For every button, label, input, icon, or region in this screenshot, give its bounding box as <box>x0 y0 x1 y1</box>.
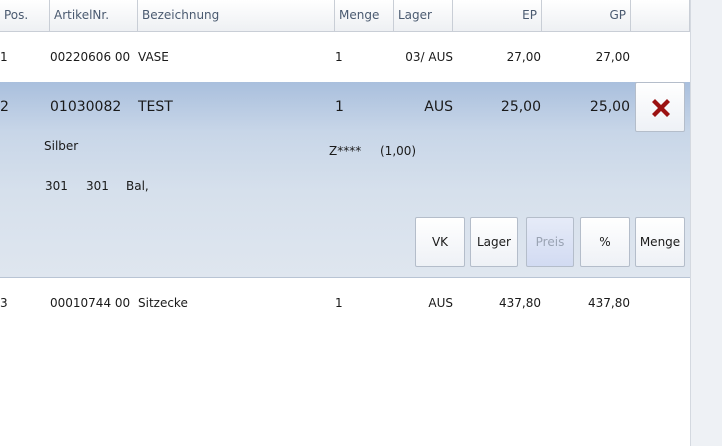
cell-ep: 27,00 <box>506 50 541 64</box>
column-header-gp[interactable]: GP <box>542 0 631 31</box>
cell-pos: 3 <box>0 296 8 310</box>
cell-pos: 2 <box>0 99 9 115</box>
cell-lager: 03/ AUS <box>405 50 453 64</box>
column-header-actions <box>631 0 690 31</box>
detail-extra-3: Bal, <box>126 179 149 193</box>
cell-pos: 1 <box>0 50 8 64</box>
cell-menge: 1 <box>335 50 343 64</box>
cell-gp: 437,80 <box>588 296 630 310</box>
scrollbar-area[interactable] <box>690 0 722 446</box>
detail-extra-1: 301 <box>45 179 68 193</box>
cell-lager: AUS <box>424 99 453 115</box>
detail-code: Z**** <box>329 144 362 158</box>
detail-extra-2: 301 <box>86 179 109 193</box>
column-header-lager[interactable]: Lager <box>394 0 453 31</box>
table-row[interactable]: 3 00010744 00 Sitzecke 1 AUS 437,80 437,… <box>0 278 690 328</box>
detail-code-value: (1,00) <box>380 144 417 158</box>
cell-gp: 27,00 <box>595 50 630 64</box>
cell-ep: 437,80 <box>499 296 541 310</box>
lager-button[interactable]: Lager <box>470 217 518 267</box>
detail-variant: Silber <box>44 139 79 153</box>
percent-button[interactable]: % <box>580 217 630 267</box>
menge-button[interactable]: Menge <box>635 217 685 267</box>
cell-menge: 1 <box>335 99 344 115</box>
column-header-menge[interactable]: Menge <box>335 0 394 31</box>
cell-bezeichnung: Sitzecke <box>138 296 188 310</box>
column-header-bezeichnung[interactable]: Bezeichnung <box>138 0 335 31</box>
cell-artikelnr: 01030082 <box>50 99 122 115</box>
table-row-selected[interactable]: 2 01030082 TEST 1 AUS 25,00 25,00 Silber… <box>0 82 690 278</box>
preis-button[interactable]: Preis <box>526 217 574 267</box>
column-header-pos[interactable]: Pos. <box>0 0 50 31</box>
table-row[interactable]: 1 00220606 00 VASE 1 03/ AUS 27,00 27,00 <box>0 32 690 82</box>
column-header-artikelnr[interactable]: ArtikelNr. <box>50 0 138 31</box>
table-header: Pos. ArtikelNr. Bezeichnung Menge Lager … <box>0 0 690 32</box>
cell-gp: 25,00 <box>589 99 630 115</box>
cell-artikelnr: 00220606 00 <box>50 50 131 64</box>
cell-menge: 1 <box>335 296 343 310</box>
x-delete-icon <box>652 99 670 117</box>
vk-button[interactable]: VK <box>415 217 465 267</box>
cell-lager: AUS <box>428 296 453 310</box>
cell-bezeichnung: VASE <box>138 50 169 64</box>
cell-bezeichnung: TEST <box>138 99 173 115</box>
cell-artikelnr: 00010744 00 <box>50 296 131 310</box>
cell-ep: 25,00 <box>500 99 541 115</box>
column-header-ep[interactable]: EP <box>453 0 542 31</box>
delete-row-button[interactable] <box>635 82 685 132</box>
